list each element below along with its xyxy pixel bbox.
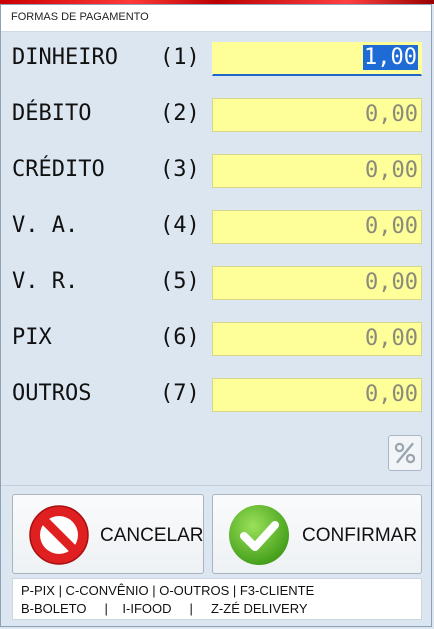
payment-row-credito: CRÉDITO (3) 0,00: [1, 154, 431, 190]
amount-value-pix: 0,00: [365, 326, 418, 351]
payment-label-vr: V. R.: [12, 269, 79, 294]
payment-key-vr: (5): [160, 269, 200, 294]
amount-input-va[interactable]: 0,00: [212, 210, 422, 244]
percent-button[interactable]: [388, 435, 422, 471]
payment-row-debito: DÉBITO (2) 0,00: [1, 98, 431, 134]
payment-row-pix: PIX (6) 0,00: [1, 322, 431, 358]
shortcut-line-1: P-PIX | C-CONVÊNIO | O-OUTROS | F3-CLIEN…: [21, 583, 315, 598]
payment-row-dinheiro: DINHEIRO (1) 1,00: [1, 42, 431, 78]
amount-input-debito[interactable]: 0,00: [212, 98, 422, 132]
amount-input-outros[interactable]: 0,00: [212, 378, 422, 412]
prohibited-icon: [29, 505, 89, 565]
amount-input-vr[interactable]: 0,00: [212, 266, 422, 300]
title-bar: FORMAS DE PAGAMENTO: [1, 5, 431, 32]
shortcut-line-2: B-BOLETO | I-IFOOD | Z-ZÉ DELIVERY: [21, 601, 308, 616]
payment-row-outros: OUTROS (7) 0,00: [1, 378, 431, 414]
payment-key-credito: (3): [160, 157, 200, 182]
amount-value-credito: 0,00: [365, 158, 418, 183]
shortcut-legend: P-PIX | C-CONVÊNIO | O-OUTROS | F3-CLIEN…: [12, 578, 422, 620]
payment-label-debito: DÉBITO: [12, 101, 92, 126]
payment-key-debito: (2): [160, 101, 200, 126]
checkmark-icon: [229, 505, 289, 565]
amount-input-dinheiro[interactable]: 1,00: [212, 42, 422, 76]
payment-row-va: V. A. (4) 0,00: [1, 210, 431, 246]
payment-key-va: (4): [160, 213, 200, 238]
amount-value-debito: 0,00: [365, 102, 418, 127]
payment-label-dinheiro: DINHEIRO: [12, 45, 118, 70]
payment-key-pix: (6): [160, 325, 200, 350]
payment-label-credito: CRÉDITO: [12, 157, 105, 182]
percent-icon: [394, 442, 416, 464]
amount-input-credito[interactable]: 0,00: [212, 154, 422, 188]
confirm-button-label: CONFIRMAR: [302, 525, 418, 546]
amount-value-vr: 0,00: [365, 270, 418, 295]
payment-key-dinheiro: (1): [160, 45, 200, 70]
payment-key-outros: (7): [160, 381, 200, 406]
payment-row-vr: V. R. (5) 0,00: [1, 266, 431, 302]
amount-value-dinheiro: 1,00: [363, 45, 418, 70]
payment-label-va: V. A.: [12, 213, 79, 238]
confirm-button[interactable]: CONFIRMAR: [212, 494, 422, 574]
payment-label-pix: PIX: [12, 325, 52, 350]
payment-dialog: FORMAS DE PAGAMENTO DINHEIRO (1) 1,00 DÉ…: [0, 4, 432, 627]
amount-value-outros: 0,00: [365, 382, 418, 407]
divider: [1, 485, 431, 486]
window-title: FORMAS DE PAGAMENTO: [11, 11, 149, 23]
cancel-button[interactable]: CANCELAR: [12, 494, 204, 574]
amount-value-va: 0,00: [365, 214, 418, 239]
cancel-button-label: CANCELAR: [100, 525, 204, 546]
payment-label-outros: OUTROS: [12, 381, 92, 406]
amount-input-pix[interactable]: 0,00: [212, 322, 422, 356]
